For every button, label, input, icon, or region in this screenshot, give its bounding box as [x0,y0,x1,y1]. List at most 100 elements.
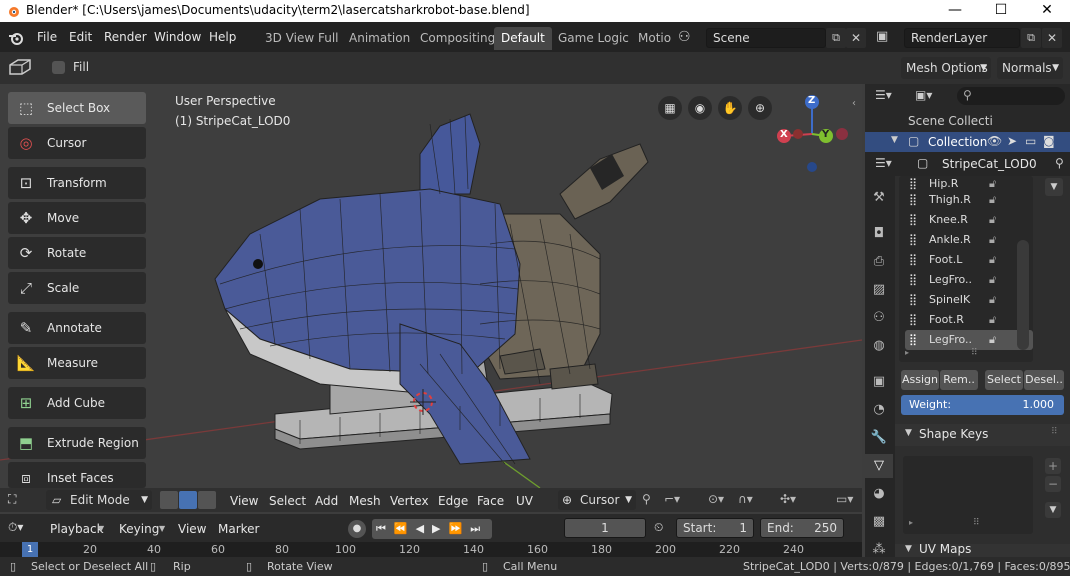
face-select-icon[interactable] [198,491,216,509]
overlay-toggle-icon[interactable]: ▭▾ [836,492,853,506]
remove-scene-icon[interactable]: ✕ [846,28,866,48]
menu-help[interactable]: Help [209,30,236,44]
menu-edit[interactable]: Edit [69,30,92,44]
proportional-edit-icon[interactable]: ⊙▾ [708,492,724,506]
viewport-disable-icon[interactable]: ▭ [1025,134,1036,148]
minimize-button[interactable]: — [932,0,978,22]
weight-slider[interactable]: Weight: 1.000 [901,395,1064,415]
tool-cursor[interactable]: ◎ Cursor [8,127,146,159]
tab-animation[interactable]: Animation [342,27,417,50]
tool-extrude-region[interactable]: ⬒ Extrude Region [8,427,146,459]
renderlayer-icon[interactable]: ▣ [876,29,888,44]
camera-view-icon[interactable]: ◉ [688,96,712,120]
list-expand-icon[interactable]: ▸ [909,518,913,527]
shape-key-menu-icon[interactable]: ▼ [1045,502,1061,518]
tool-move[interactable]: ✥ Move [8,202,146,234]
pan-hand-icon[interactable]: ✋ [718,96,742,120]
lock-icon[interactable]: 🔓︎ [989,230,996,250]
tab-tool-icon[interactable]: ⚒ [865,186,893,210]
list-resize-handle[interactable]: ⠿ [971,348,978,358]
vertex-select-icon[interactable] [160,491,178,509]
tool-inset-faces[interactable]: ⧈ Inset Faces [8,462,146,488]
properties-editor-icon[interactable]: ☰▾ [875,156,892,170]
list-item[interactable]: ⣿ Foot.L 🔓︎ [905,250,1033,270]
menu-window[interactable]: Window [154,30,201,44]
remove-button[interactable]: Rem.. [940,370,978,390]
sidebar-toggle-icon[interactable]: ‹ [852,98,856,109]
fill-checkbox[interactable] [52,61,65,74]
menu-vertex[interactable]: Vertex [390,494,429,508]
lock-icon[interactable]: 🔓︎ [989,290,996,310]
list-item[interactable]: ⣿ Foot.R 🔓︎ [905,310,1033,330]
lock-icon[interactable]: 🔓︎ [989,190,996,210]
list-item[interactable]: ⣿ Thigh.R 🔓︎ [905,190,1033,210]
grid-toggle-icon[interactable]: ▦ [658,96,682,120]
current-frame-marker[interactable]: 1 [22,542,38,557]
assign-button[interactable]: Assign [901,370,939,390]
menu-keying[interactable]: Keying [119,522,159,536]
lock-icon[interactable]: 🔓︎ [989,270,996,290]
display-mode-icon[interactable]: ▣▾ [915,88,932,102]
snap-icon[interactable]: ⚲ [642,492,651,506]
tab-default[interactable]: Default [494,27,552,50]
lock-icon[interactable]: 🔓︎ [989,210,996,230]
shape-keys-panel-header[interactable]: ▼ Shape Keys ⠿ [895,424,1070,446]
maximize-button[interactable]: ☐ [978,0,1024,22]
menu-playback[interactable]: Playback [50,522,104,536]
remove-shape-key-icon[interactable]: − [1045,476,1061,492]
menu-add[interactable]: Add [315,494,338,508]
menu-view[interactable]: View [230,494,258,508]
add-shape-key-icon[interactable]: + [1045,458,1061,474]
menu-uv[interactable]: UV [516,494,533,508]
copy-renderlayer-icon[interactable]: ⧉ [1021,28,1041,48]
lock-icon[interactable]: 🔓︎ [989,250,996,270]
outliner-search-input[interactable]: ⚲ [957,87,1065,105]
drag-handle-icon[interactable]: ⠿ [1051,427,1058,437]
start-frame-field[interactable]: Start: 1 [676,518,754,538]
editor-type-icon[interactable]: ⛶ [8,492,16,507]
outliner-editor-icon[interactable]: ☰▾ [875,88,892,102]
edge-select-icon[interactable] [179,491,197,509]
active-tool-icon[interactable] [8,57,32,77]
timeline-editor-icon[interactable]: ⏱▾ [8,520,23,535]
copy-scene-icon[interactable]: ⧉ [826,28,846,48]
tool-transform[interactable]: ⊡ Transform [8,167,146,199]
close-button[interactable]: ✕ [1024,0,1070,22]
tool-select-box[interactable]: ⬚ Select Box [8,92,146,124]
tab-texture-icon[interactable]: ▩ [865,510,893,534]
3d-viewport[interactable]: User Perspective (1) StripeCat_LOD0 Z X … [0,84,862,488]
mode-dropdown[interactable]: ▱ Edit Mode ▼ [46,490,152,510]
tool-measure[interactable]: 📐 Measure [8,347,146,379]
tab-render-icon[interactable]: ◘ [865,222,893,246]
tab-modifier-icon[interactable]: ◔ [865,398,893,422]
pivot-dropdown[interactable]: ⊕ Cursor ▼ [558,490,636,510]
mesh-options-dropdown-2[interactable]: Mesh Options ▼ [901,57,991,79]
tab-3d-view-full[interactable]: 3D View Full [258,27,346,50]
tab-output-icon[interactable]: ⎙ [865,250,893,274]
menu-marker[interactable]: Marker [218,522,259,536]
lock-icon[interactable]: 🔓︎ [989,310,996,330]
list-scrollbar[interactable] [1017,240,1029,350]
scene-collection-label[interactable]: Scene Collecti [908,114,993,128]
collection-row[interactable]: ▼ ▢ Collection 👁 ➤ ▭ ◙ [865,132,1070,152]
tab-motion[interactable]: Motio [631,27,671,50]
zoom-icon[interactable]: ⊕ [748,96,772,120]
tab-view-layer-icon[interactable]: ▨ [865,278,893,302]
tool-add-cube[interactable]: ⊞ Add Cube [8,387,146,419]
uv-maps-panel-header[interactable]: ▼ UV Maps [895,544,1070,557]
tab-scene-icon[interactable]: ⚇ [865,306,893,330]
tab-compositing[interactable]: Compositing [413,27,502,50]
falloff-icon[interactable]: ∩▾ [738,492,753,506]
vertex-group-menu-icon[interactable]: ▼ [1045,178,1063,196]
list-resize-handle[interactable]: ⠿ [973,518,980,528]
end-frame-field[interactable]: End: 250 [760,518,844,538]
remove-renderlayer-icon[interactable]: ✕ [1042,28,1062,48]
list-item[interactable]: ⣿ Ankle.R 🔓︎ [905,230,1033,250]
renderlayer-field[interactable]: RenderLayer [904,28,1020,48]
playback-controls[interactable]: ⏮⏪◀▶⏩⏭ [372,519,492,539]
snap-target-icon[interactable]: ⌐▾ [664,492,680,506]
menu-select[interactable]: Select [269,494,306,508]
list-item-active[interactable]: ⣿ LegFro.. 🔓︎ [905,330,1033,350]
list-expand-icon[interactable]: ▸ [905,348,909,357]
visibility-eye-icon[interactable]: 👁 [987,134,1002,148]
